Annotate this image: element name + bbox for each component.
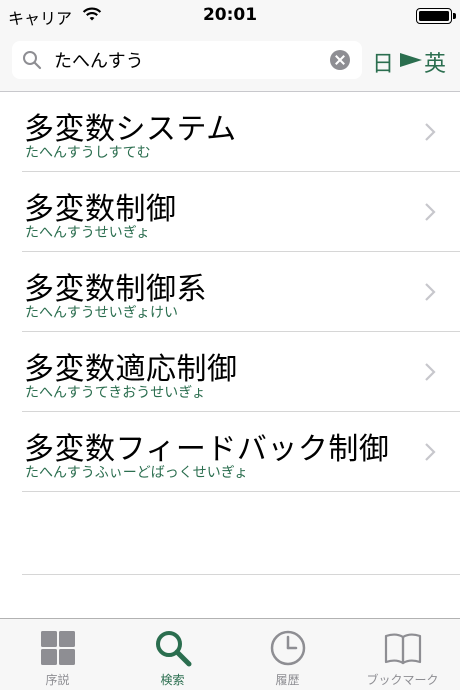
entry-reading: たへんすうしすてむ	[25, 145, 151, 161]
tab-label: 履歴	[275, 673, 300, 687]
chevron-right-icon	[425, 123, 436, 141]
search-input[interactable]	[54, 41, 324, 79]
clock: 20:01	[202, 5, 258, 25]
list-item[interactable]: 多変数制御 たへんすうせいぎょ	[0, 172, 460, 252]
chevron-right-icon	[425, 363, 436, 381]
play-arrow-icon	[400, 53, 422, 67]
divider	[22, 491, 460, 492]
chevron-right-icon	[425, 443, 436, 461]
tab-intro[interactable]: 序説	[0, 619, 115, 690]
result-list: 多変数システム たへんすうしすてむ 多変数制御 たへんすうせいぎょ 多変数制御系…	[0, 92, 460, 492]
tab-label: ブックマーク	[366, 673, 439, 687]
language-toggle-button[interactable]: 日 英	[370, 44, 452, 77]
entry-reading: たへんすうふぃーどばっくせいぎょ	[25, 465, 249, 481]
battery-icon	[416, 8, 456, 24]
tab-history[interactable]: 履歴	[230, 619, 345, 690]
entry-reading: たへんすうせいぎょ	[25, 225, 151, 241]
list-item[interactable]: 多変数制御系 たへんすうせいぎょけい	[0, 252, 460, 332]
search-header: 日 英	[0, 30, 460, 92]
entry-reading: たへんすうせいぎょけい	[25, 305, 179, 321]
tab-label: 検索	[160, 673, 185, 687]
clock-icon	[270, 630, 306, 666]
list-item[interactable]: 多変数適応制御 たへんすうてきおうせいぎょ	[0, 332, 460, 412]
status-bar: キャリア 20:01	[0, 0, 460, 30]
search-box[interactable]	[12, 41, 362, 79]
book-icon	[384, 633, 422, 665]
grid-icon	[41, 631, 75, 665]
list-item[interactable]: 多変数フィードバック制御 たへんすうふぃーどばっくせいぎょ	[0, 412, 460, 492]
divider	[22, 574, 460, 575]
clear-icon[interactable]	[330, 50, 350, 70]
tab-bar: 序説 検索 履歴 ブックマーク	[0, 618, 460, 690]
entry-reading: たへんすうてきおうせいぎょ	[25, 385, 206, 401]
tab-bookmarks[interactable]: ブックマーク	[345, 619, 460, 690]
search-icon	[156, 631, 192, 667]
list-item[interactable]: 多変数システム たへんすうしすてむ	[0, 92, 460, 172]
target-language-label: 英	[424, 52, 447, 77]
tab-label: 序説	[45, 673, 70, 687]
chevron-right-icon	[425, 283, 436, 301]
chevron-right-icon	[425, 203, 436, 221]
search-icon	[23, 51, 42, 70]
source-language-label: 日	[372, 52, 395, 77]
tab-search[interactable]: 検索	[115, 619, 230, 690]
